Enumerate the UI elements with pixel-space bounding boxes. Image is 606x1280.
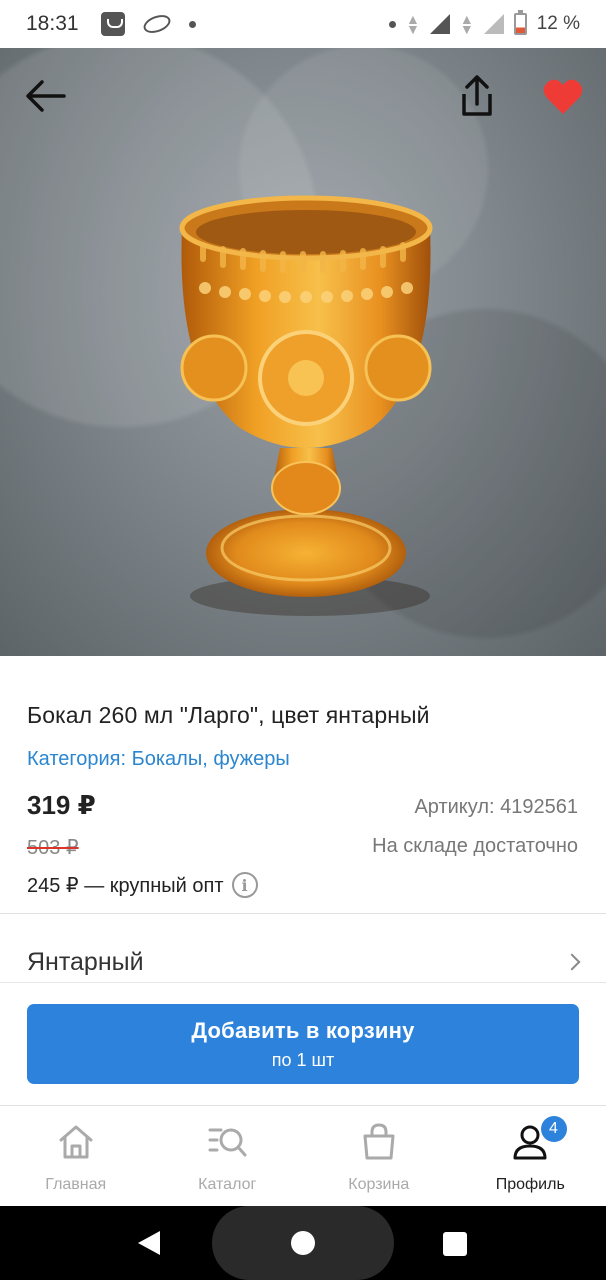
add-to-cart-quantity: по 1 шт (271, 1049, 335, 1070)
data-arrows-icon: ▲ ▼ (459, 11, 474, 37)
nav-label: Каталог (198, 1176, 257, 1193)
price: 319 ₽ (27, 790, 96, 820)
system-recents-icon[interactable] (443, 1232, 467, 1256)
info-icon[interactable]: i (231, 872, 258, 898)
home-icon (59, 1125, 93, 1159)
status-bar: 18:31 ▲ ▼ ▲ ▼ 12 % (0, 0, 606, 48)
share-icon[interactable] (456, 74, 498, 120)
wholesale-price-row: 245 ₽ — крупный опт i (27, 872, 258, 898)
dot-icon (188, 20, 196, 28)
nav-label: Главная (45, 1176, 107, 1193)
stock-status: На складе достаточно (372, 835, 578, 857)
data-arrows-icon: ▲ ▼ (405, 11, 420, 37)
app-icon (140, 11, 173, 37)
nav-label: Профиль (495, 1176, 565, 1193)
nav-item-profile[interactable]: 4 Профиль (455, 1106, 606, 1206)
product-title: Бокал 260 мл "Ларго", цвет янтарный (27, 702, 430, 728)
system-navigation-bar (0, 1206, 606, 1280)
notification-icon (100, 12, 125, 36)
nav-item-catalog[interactable]: Каталог (152, 1106, 304, 1206)
bottom-navigation: Главная Каталог Корзина 4 Профиль (0, 1105, 606, 1206)
article-number: Артикул: 4192561 (414, 796, 578, 818)
system-home-icon[interactable] (291, 1231, 315, 1255)
signal-icon (483, 14, 504, 34)
color-variant-selector[interactable]: Янтарный (0, 940, 606, 984)
chevron-right-icon (563, 953, 581, 971)
old-price: 503 ₽ (27, 837, 79, 859)
category-link[interactable]: Категория: Бокалы, фужеры (27, 748, 290, 771)
nav-item-home[interactable]: Главная (0, 1106, 152, 1206)
product-image[interactable] (0, 48, 606, 656)
battery-icon (513, 10, 527, 35)
signal-icon (429, 14, 450, 34)
amber-glass-illustration (179, 195, 433, 616)
dot-icon (388, 20, 396, 28)
add-to-cart-button[interactable]: Добавить в корзину по 1 шт (27, 1004, 579, 1084)
variant-label: Янтарный (27, 947, 144, 976)
status-time: 18:31 (26, 12, 79, 35)
add-to-cart-label: Добавить в корзину (191, 1017, 415, 1043)
nav-item-cart[interactable]: Корзина (303, 1106, 455, 1206)
nav-label: Корзина (348, 1176, 410, 1193)
bag-icon (363, 1123, 395, 1160)
divider (0, 982, 606, 983)
divider (0, 913, 606, 914)
wholesale-price: 245 ₽ — крупный опт (27, 874, 224, 897)
back-arrow-icon[interactable] (24, 78, 68, 114)
favorite-heart-icon[interactable] (542, 78, 584, 116)
battery-percent: 12 % (536, 13, 580, 34)
system-back-icon[interactable] (138, 1231, 160, 1255)
catalog-search-icon (208, 1128, 247, 1157)
notification-badge: 4 (540, 1116, 567, 1142)
